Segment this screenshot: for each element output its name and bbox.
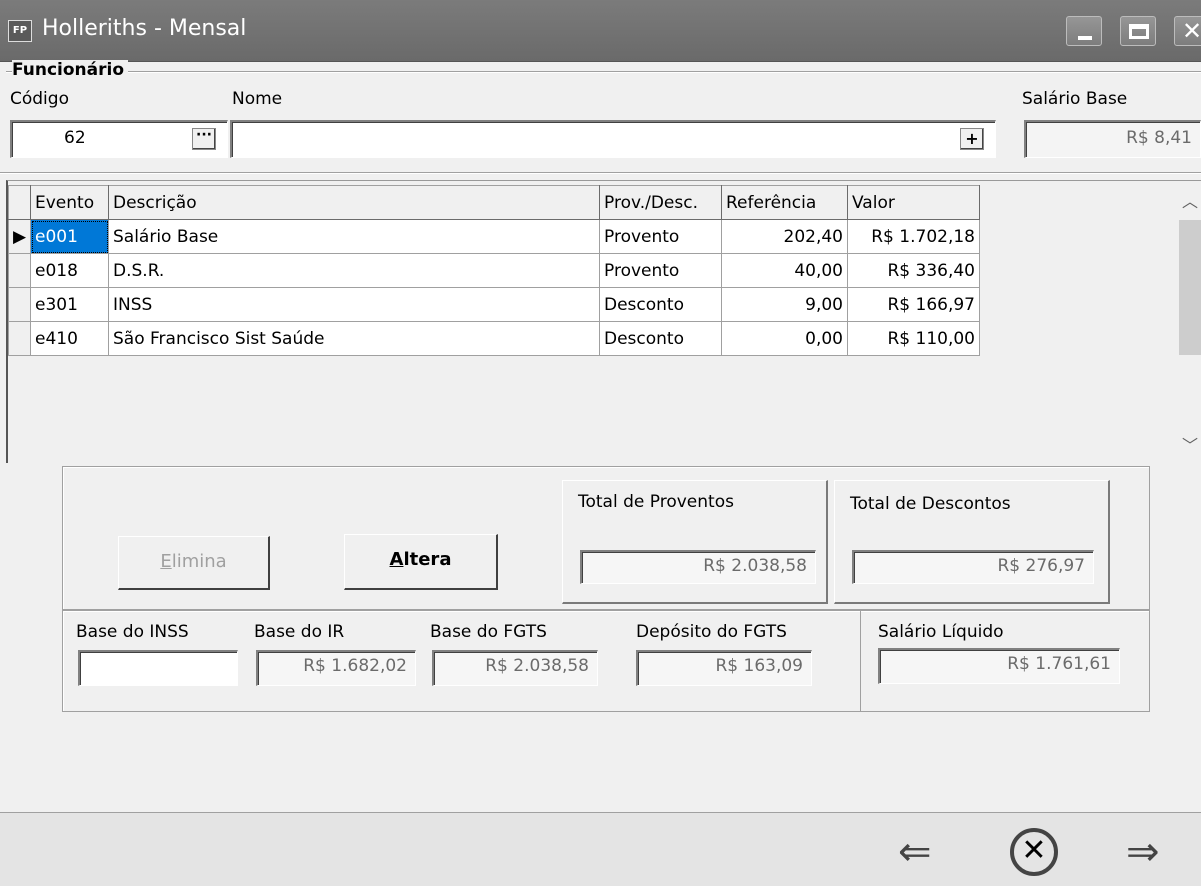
elimina-button[interactable]: Elimina xyxy=(118,536,270,590)
base-inss-field xyxy=(78,650,238,686)
cell-referencia[interactable]: 202,40 xyxy=(721,219,848,254)
salario-base-label: Salário Base xyxy=(1022,89,1128,109)
cell-prov-desc[interactable]: Desconto xyxy=(599,321,722,356)
cell-descricao[interactable]: D.S.R. xyxy=(108,253,600,288)
maximize-button[interactable] xyxy=(1120,16,1156,46)
base-ir-field: R$ 1.682,02 xyxy=(256,650,416,686)
cell-prov-desc[interactable]: Provento xyxy=(599,253,722,288)
cell-descricao[interactable]: INSS xyxy=(108,287,600,322)
column-header-descricao[interactable]: Descrição xyxy=(108,185,600,220)
base-fgts-field: R$ 2.038,58 xyxy=(432,650,598,686)
total-proventos-label: Total de Proventos xyxy=(578,492,734,512)
table-row[interactable]: e301 INSS Desconto 9,00 R$ 166,97 xyxy=(8,287,980,322)
cell-evento[interactable]: e018 xyxy=(30,253,109,288)
minimize-button[interactable] xyxy=(1066,16,1102,46)
nome-add-button[interactable]: + xyxy=(960,128,984,150)
cell-prov-desc[interactable]: Desconto xyxy=(599,287,722,322)
codigo-label: Código xyxy=(10,89,69,109)
scroll-down-icon[interactable]: ﹀ xyxy=(1179,432,1201,462)
cell-valor[interactable]: R$ 336,40 xyxy=(847,253,980,288)
column-header-prov-desc[interactable]: Prov./Desc. xyxy=(599,185,722,220)
close-button[interactable]: ✕ xyxy=(1174,16,1201,46)
deposito-fgts-label: Depósito do FGTS xyxy=(636,622,787,642)
cell-evento[interactable]: e001 xyxy=(30,219,109,254)
plus-icon: + xyxy=(965,129,979,148)
grid-header-row: Evento Descrição Prov./Desc. Referência … xyxy=(8,185,980,220)
altera-button[interactable]: Altera xyxy=(344,534,498,590)
cell-referencia[interactable]: 0,00 xyxy=(721,321,848,356)
row-indicator xyxy=(8,287,31,322)
deposito-fgts-field: R$ 163,09 xyxy=(636,650,812,686)
elimina-mnemonic: E xyxy=(160,551,172,572)
close-icon: ✕ xyxy=(1182,17,1201,45)
group-title-funcionario: Funcionário xyxy=(12,60,129,80)
window-title: Holleriths - Mensal xyxy=(42,16,247,41)
codigo-lookup-button[interactable]: ··· xyxy=(192,128,216,150)
column-header-referencia[interactable]: Referência xyxy=(721,185,848,220)
base-fgts-label: Base do FGTS xyxy=(430,622,547,642)
table-row[interactable]: e410 São Francisco Sist Saúde Desconto 0… xyxy=(8,321,980,356)
cell-descricao[interactable]: Salário Base xyxy=(108,219,600,254)
salario-base-field: R$ 8,41 xyxy=(1024,120,1201,158)
table-row[interactable]: ▶ e001 Salário Base Provento 202,40 R$ 1… xyxy=(8,219,980,254)
altera-label: ltera xyxy=(403,549,452,570)
scrollbar-thumb[interactable] xyxy=(1179,220,1201,355)
section-divider xyxy=(0,172,1201,174)
column-header-evento[interactable]: Evento xyxy=(30,185,109,220)
cell-evento[interactable]: e410 xyxy=(30,321,109,356)
elimina-label: limina xyxy=(171,551,227,572)
cell-evento[interactable]: e301 xyxy=(30,287,109,322)
row-indicator xyxy=(8,321,31,356)
salario-liquido-label: Salário Líquido xyxy=(878,622,1004,642)
arrow-right-icon[interactable]: ⇒ xyxy=(1126,832,1160,872)
group-divider xyxy=(6,71,1201,73)
nome-input[interactable] xyxy=(230,120,996,158)
cell-referencia[interactable]: 40,00 xyxy=(721,253,848,288)
app-icon: FP xyxy=(8,20,32,42)
base-ir-label: Base do IR xyxy=(254,622,345,642)
total-proventos-field: R$ 2.038,58 xyxy=(580,550,816,584)
arrow-left-icon[interactable]: ⇐ xyxy=(898,832,932,872)
altera-mnemonic: A xyxy=(389,549,404,570)
row-indicator xyxy=(8,253,31,288)
cell-referencia[interactable]: 9,00 xyxy=(721,287,848,322)
cell-valor[interactable]: R$ 166,97 xyxy=(847,287,980,322)
base-inss-label: Base do INSS xyxy=(76,622,189,642)
liquido-divider xyxy=(860,610,861,712)
cancel-circle-icon[interactable]: ✕ xyxy=(1010,828,1058,876)
current-row-indicator-icon: ▶ xyxy=(8,219,31,254)
cell-valor[interactable]: R$ 110,00 xyxy=(847,321,980,356)
ellipsis-icon: ··· xyxy=(196,127,212,143)
column-header-valor[interactable]: Valor xyxy=(847,185,980,220)
total-descontos-field: R$ 276,97 xyxy=(852,550,1094,584)
table-row[interactable]: e018 D.S.R. Provento 40,00 R$ 336,40 xyxy=(8,253,980,288)
maximize-icon xyxy=(1129,24,1149,39)
cell-valor[interactable]: R$ 1.702,18 xyxy=(847,219,980,254)
nome-label: Nome xyxy=(232,89,283,109)
minimize-icon xyxy=(1078,36,1092,40)
cell-prov-desc[interactable]: Provento xyxy=(599,219,722,254)
salario-liquido-field: R$ 1.761,61 xyxy=(878,648,1120,684)
events-grid[interactable]: Evento Descrição Prov./Desc. Referência … xyxy=(8,185,980,356)
cell-descricao[interactable]: São Francisco Sist Saúde xyxy=(108,321,600,356)
grid-header-indicator xyxy=(8,185,31,220)
total-descontos-label: Total de Descontos xyxy=(850,494,1011,514)
scroll-up-icon[interactable]: ︿ xyxy=(1179,188,1201,218)
